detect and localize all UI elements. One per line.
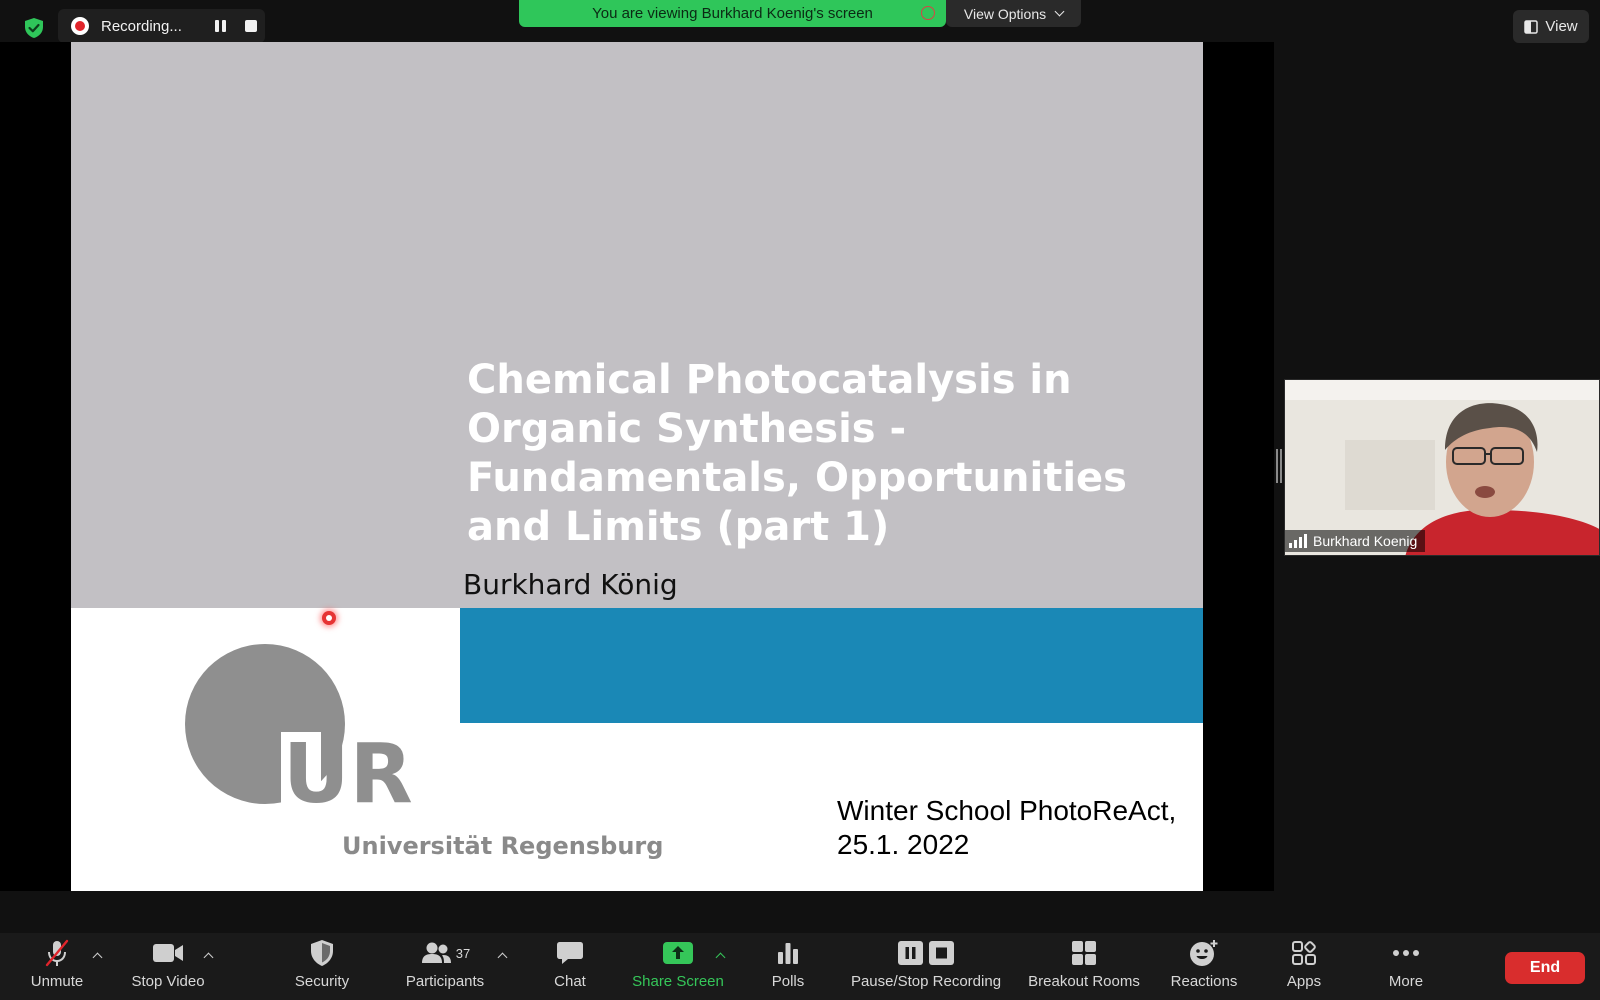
slide-title-line: Chemical Photocatalysis in (467, 357, 1072, 403)
video-camera-icon (153, 944, 183, 962)
unmute-label: Unmute (30, 973, 84, 990)
participants-label: Participants (405, 973, 485, 990)
end-meeting-button[interactable]: End (1505, 952, 1585, 984)
viewing-screen-text: You are viewing Burkhard Koenig's screen (592, 5, 873, 22)
resize-handle[interactable] (1276, 449, 1282, 483)
pause-recording-button[interactable] (211, 17, 229, 35)
recording-indicator: Recording... (58, 9, 265, 43)
participant-name: Burkhard Koenig (1313, 533, 1418, 549)
breakout-rooms-label: Breakout Rooms (1028, 973, 1140, 990)
presentation-slide: Chemical Photocatalysis in Organic Synth… (71, 42, 1203, 891)
view-options-button[interactable]: View Options (946, 0, 1081, 27)
slide-author: Burkhard König (463, 568, 678, 601)
security-shield-icon (25, 18, 43, 38)
pause-stop-recording-icon (898, 941, 954, 965)
security-label: Security (294, 973, 350, 990)
chat-bubble-icon (557, 942, 583, 964)
chat-button[interactable]: Chat (546, 933, 594, 1000)
viewing-screen-banner: You are viewing Burkhard Koenig's screen (519, 0, 946, 27)
polls-chart-icon (778, 943, 798, 964)
view-options-label: View Options (963, 5, 1047, 22)
slide-title-line: and Limits (part 1) (467, 504, 890, 550)
stop-video-button[interactable]: Stop Video (125, 933, 211, 1000)
stop-video-label: Stop Video (131, 973, 205, 990)
security-shield-toolbar-icon (311, 940, 333, 966)
reactions-button[interactable]: Reactions (1166, 933, 1242, 1000)
slide-title-line: Organic Synthesis - (467, 406, 907, 452)
share-screen-label: Share Screen (632, 973, 724, 990)
participants-button[interactable]: 37 Participants (402, 933, 488, 1000)
reactions-label: Reactions (1170, 973, 1238, 990)
slide-title-line: Fundamentals, Opportunities (467, 455, 1127, 501)
audio-options-caret[interactable] (92, 952, 103, 963)
participants-options-caret[interactable] (497, 952, 508, 963)
stop-recording-button[interactable] (245, 20, 257, 32)
event-info: Winter School PhotoReAct, 25.1. 2022 (837, 794, 1176, 862)
end-meeting-label: End (1529, 959, 1561, 976)
apps-label: Apps (1286, 973, 1322, 990)
participant-video-tile[interactable]: Burkhard Koenig (1284, 379, 1600, 556)
chat-label: Chat (554, 973, 586, 990)
share-screen-icon (663, 942, 693, 964)
security-button[interactable]: Security (286, 933, 358, 1000)
view-button[interactable]: View (1513, 10, 1589, 43)
breakout-rooms-button[interactable]: Breakout Rooms (1026, 933, 1142, 1000)
university-logo: UR (185, 644, 413, 822)
recording-label: Recording... (101, 17, 182, 35)
logo-lettering: UR (283, 727, 413, 822)
share-screen-button[interactable]: Share Screen (628, 933, 728, 1000)
event-line: Winter School PhotoReAct, (837, 795, 1177, 826)
meeting-toolbar: Unmute Stop Video Security 37 Participan… (0, 933, 1600, 1000)
participants-icon (421, 942, 451, 963)
slide-blue-band (460, 608, 1203, 723)
laser-pointer (322, 611, 336, 625)
record-icon (71, 17, 89, 35)
polls-button[interactable]: Polls (764, 933, 812, 1000)
apps-button[interactable]: Apps (1280, 933, 1328, 1000)
participants-count: 37 (455, 945, 471, 961)
more-button[interactable]: More (1382, 933, 1430, 1000)
chevron-down-icon (1054, 6, 1065, 17)
breakout-rooms-icon (1072, 941, 1096, 965)
participant-name-tag: Burkhard Koenig (1285, 530, 1426, 552)
unmute-button[interactable]: Unmute (23, 933, 91, 1000)
pause-stop-recording-button[interactable]: Pause/Stop Recording (848, 933, 1004, 1000)
view-layout-icon (1524, 19, 1539, 34)
polls-label: Polls (771, 973, 805, 990)
view-button-label: View (1545, 18, 1578, 35)
signal-strength-icon (1289, 534, 1307, 548)
reactions-emoji-icon (1190, 940, 1218, 966)
apps-icon (1292, 941, 1316, 965)
pause-stop-recording-label: Pause/Stop Recording (850, 973, 1002, 990)
banner-status-icon (921, 6, 935, 20)
more-ellipsis-icon (1393, 950, 1419, 956)
microphone-muted-icon (45, 939, 69, 967)
more-label: More (1388, 973, 1424, 990)
slide-title: Chemical Photocatalysis in Organic Synth… (467, 356, 1177, 552)
event-line: 25.1. 2022 (837, 829, 970, 860)
university-name: Universität Regensburg (342, 832, 664, 860)
